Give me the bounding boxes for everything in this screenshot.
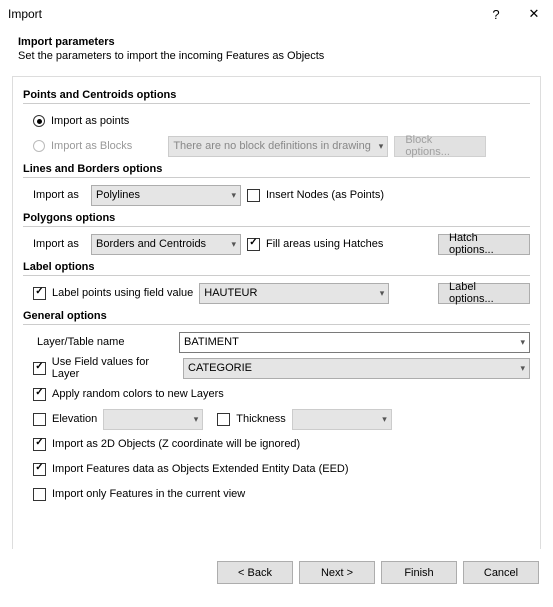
cancel-button[interactable]: Cancel [463,561,539,584]
check-import-eed-label: Import Features data as Objects Extended… [52,463,349,475]
radio-dot-icon [33,115,45,127]
group-lines: Lines and Borders options Import as Poly… [23,163,530,206]
field-values-select[interactable]: CATEGORIE ▾ [183,358,530,379]
blocks-select: There are no block definitions in drawin… [168,136,388,157]
checkbox-icon [33,388,46,401]
label-field-value: HAUTEUR [204,287,257,299]
checkbox-icon [33,287,46,300]
polygons-import-as-select[interactable]: Borders and Centroids ▾ [91,234,241,255]
polygons-import-as-label: Import as [33,238,85,250]
group-polygons-title: Polygons options [23,212,530,227]
group-lines-title: Lines and Borders options [23,163,530,178]
radio-import-as-blocks: Import as Blocks [33,140,132,152]
check-apply-colors[interactable]: Apply random colors to new Layers [33,388,224,401]
page-subtitle: Set the parameters to import the incomin… [18,50,539,62]
chevron-down-icon: ▾ [380,288,385,299]
page-title: Import parameters [18,36,539,48]
content-panel: Points and Centroids options Import as p… [12,76,541,549]
checkbox-icon [247,238,260,251]
checkbox-icon [217,413,230,426]
radio-import-as-points[interactable]: Import as points [33,115,129,127]
field-values-value: CATEGORIE [188,362,252,374]
checkbox-icon [33,362,46,375]
chevron-down-icon: ▾ [379,141,384,152]
header: Import parameters Set the parameters to … [0,28,553,76]
check-apply-colors-label: Apply random colors to new Layers [52,388,224,400]
lines-import-as-value: Polylines [96,189,140,201]
back-button[interactable]: < Back [217,561,293,584]
checkbox-icon [33,438,46,451]
chevron-down-icon: ▾ [520,337,525,348]
checkbox-icon [33,463,46,476]
check-thickness-label: Thickness [236,413,286,425]
group-points: Points and Centroids options Import as p… [23,89,530,157]
block-options-button: Block options... [394,136,486,157]
group-polygons: Polygons options Import as Borders and C… [23,212,530,255]
check-import-2d-label: Import as 2D Objects (Z coordinate will … [52,438,300,450]
window-title: Import [8,7,477,21]
footer: < Back Next > Finish Cancel [0,549,553,596]
next-button[interactable]: Next > [299,561,375,584]
group-points-title: Points and Centroids options [23,89,530,104]
group-general-title: General options [23,310,530,325]
group-label: Label options Label points using field v… [23,261,530,304]
check-label-points[interactable]: Label points using field value [33,287,193,300]
titlebar: Import ? ✕ [0,0,553,28]
blocks-select-value: There are no block definitions in drawin… [173,140,371,152]
check-import-view-label: Import only Features in the current view [52,488,245,500]
close-button[interactable]: ✕ [515,0,553,28]
radio-dot-icon [33,140,45,152]
check-label-points-label: Label points using field value [52,287,193,299]
label-options-button[interactable]: Label options... [438,283,530,304]
check-use-field-values-label: Use Field values for Layer [52,356,177,380]
lines-import-as-select[interactable]: Polylines ▾ [91,185,241,206]
check-use-field-values[interactable]: Use Field values for Layer [33,356,177,380]
thickness-select: ▾ [292,409,392,430]
check-insert-nodes[interactable]: Insert Nodes (as Points) [247,189,384,202]
radio-import-as-blocks-label: Import as Blocks [51,140,132,152]
hatch-options-button[interactable]: Hatch options... [438,234,530,255]
label-field-select[interactable]: HAUTEUR ▾ [199,283,389,304]
check-elevation-label: Elevation [52,413,97,425]
polygons-import-as-value: Borders and Centroids [96,238,206,250]
group-label-title: Label options [23,261,530,276]
lines-import-as-label: Import as [33,189,85,201]
radio-import-as-points-label: Import as points [51,115,129,127]
chevron-down-icon: ▾ [194,414,199,425]
checkbox-icon [33,488,46,501]
chevron-down-icon: ▾ [231,239,236,250]
finish-button[interactable]: Finish [381,561,457,584]
layer-name-label: Layer/Table name [33,336,173,348]
chevron-down-icon: ▾ [382,414,387,425]
check-fill-hatches[interactable]: Fill areas using Hatches [247,238,383,251]
help-button[interactable]: ? [477,0,515,28]
check-import-eed[interactable]: Import Features data as Objects Extended… [33,463,349,476]
checkbox-icon [247,189,260,202]
check-fill-hatches-label: Fill areas using Hatches [266,238,383,250]
chevron-down-icon: ▾ [231,190,236,201]
check-import-2d[interactable]: Import as 2D Objects (Z coordinate will … [33,438,300,451]
check-insert-nodes-label: Insert Nodes (as Points) [266,189,384,201]
elevation-select: ▾ [103,409,203,430]
check-elevation[interactable]: Elevation [33,413,97,426]
check-import-view[interactable]: Import only Features in the current view [33,488,245,501]
group-general: General options Layer/Table name BATIMEN… [23,310,530,505]
check-thickness[interactable]: Thickness [217,413,286,426]
layer-name-select[interactable]: BATIMENT ▾ [179,332,530,353]
layer-name-value: BATIMENT [184,336,239,348]
checkbox-icon [33,413,46,426]
chevron-down-icon: ▾ [520,363,525,374]
